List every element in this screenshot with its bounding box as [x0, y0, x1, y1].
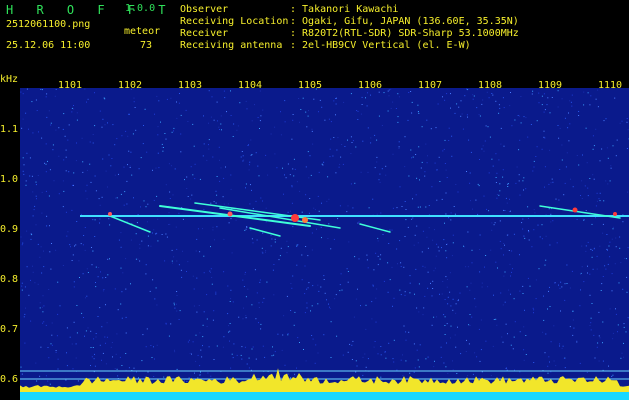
y-tick-0.8: 0.8 — [0, 274, 19, 285]
header: H R O F F T 1.0.0 2512061100.png 25.12.0… — [0, 0, 629, 74]
observer-value: : Takanori Kawachi — [290, 4, 399, 15]
receiver-label: Receiver — [180, 28, 229, 39]
echo-hotspot — [227, 211, 233, 217]
bottom-band — [20, 392, 629, 400]
antenna-label: Receiving antenna — [180, 40, 283, 51]
spectrogram — [20, 88, 629, 400]
y-tick-1.0: 1.0 — [0, 174, 19, 185]
location-value: : Ogaki, Gifu, JAPAN (136.60E, 35.35N) — [290, 16, 519, 27]
meteor-label: meteor — [124, 26, 161, 37]
meteor-count: 73 — [140, 40, 153, 51]
y-axis-unit: kHz — [0, 74, 19, 85]
antenna-value: : 2el-HB9CV Vertical (el. E-W) — [290, 40, 471, 51]
observer-label: Observer — [180, 4, 229, 15]
app-version: 1.0.0 — [125, 3, 156, 14]
noise-speckle — [20, 88, 629, 389]
echo-hotspot — [302, 217, 308, 223]
receiver-value: : R820T2(RTL-SDR) SDR-Sharp 53.1000MHz — [290, 28, 519, 39]
spectrogram-svg — [20, 88, 629, 400]
echo-hotspot — [572, 207, 578, 213]
echo-trail — [109, 215, 151, 233]
echo-hotspot — [291, 214, 299, 222]
echo-hotspot — [613, 212, 617, 216]
y-tick-0.6: 0.6 — [0, 374, 19, 385]
filename: 2512061100.png — [6, 19, 91, 30]
datetime: 25.12.06 11:00 — [6, 40, 91, 51]
echo-trail — [194, 202, 321, 221]
y-tick-0.9: 0.9 — [0, 224, 19, 235]
y-tick-1.1: 1.1 — [0, 124, 19, 135]
meteor-echoes — [108, 202, 621, 237]
y-tick-0.7: 0.7 — [0, 324, 19, 335]
echo-trail — [219, 207, 341, 229]
location-label: Receiving Location — [180, 16, 289, 27]
echo-hotspot — [108, 212, 112, 216]
echo-trail — [249, 227, 281, 237]
echo-trail — [359, 223, 391, 233]
